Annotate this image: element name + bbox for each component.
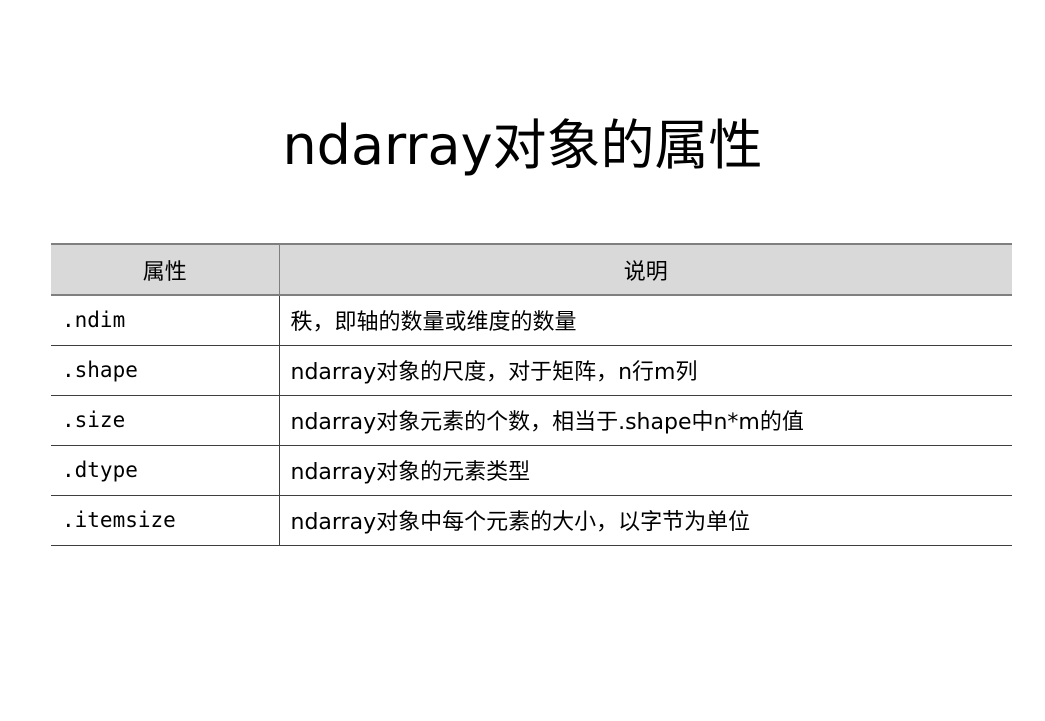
slide-title: ndarray对象的属性 (282, 114, 763, 177)
table-row: .ndim 秩，即轴的数量或维度的数量 (51, 295, 1012, 346)
table-row: .itemsize ndarray对象中每个元素的大小，以字节为单位 (51, 495, 1012, 546)
property-cell: .shape (51, 345, 280, 396)
description-cell: ndarray对象元素的个数，相当于.shape中n*m的值 (279, 395, 1012, 446)
header-property: 属性 (51, 243, 280, 296)
property-cell: .dtype (51, 445, 280, 496)
description-cell: 秩，即轴的数量或维度的数量 (279, 295, 1012, 346)
header-description: 说明 (279, 243, 1012, 296)
table-row: .shape ndarray对象的尺度，对于矩阵，n行m列 (51, 345, 1012, 396)
property-cell: .itemsize (51, 495, 280, 546)
description-cell: ndarray对象中每个元素的大小，以字节为单位 (279, 495, 1012, 546)
property-cell: .ndim (51, 295, 280, 346)
table-row: .dtype ndarray对象的元素类型 (51, 445, 1012, 496)
table-header-row: 属性 说明 (51, 243, 1012, 296)
attributes-table: 属性 说明 .ndim 秩，即轴的数量或维度的数量 .shape ndarray… (51, 243, 1012, 546)
description-cell: ndarray对象的元素类型 (279, 445, 1012, 496)
description-cell: ndarray对象的尺度，对于矩阵，n行m列 (279, 345, 1012, 396)
property-cell: .size (51, 395, 280, 446)
table-row: .size ndarray对象元素的个数，相当于.shape中n*m的值 (51, 395, 1012, 446)
